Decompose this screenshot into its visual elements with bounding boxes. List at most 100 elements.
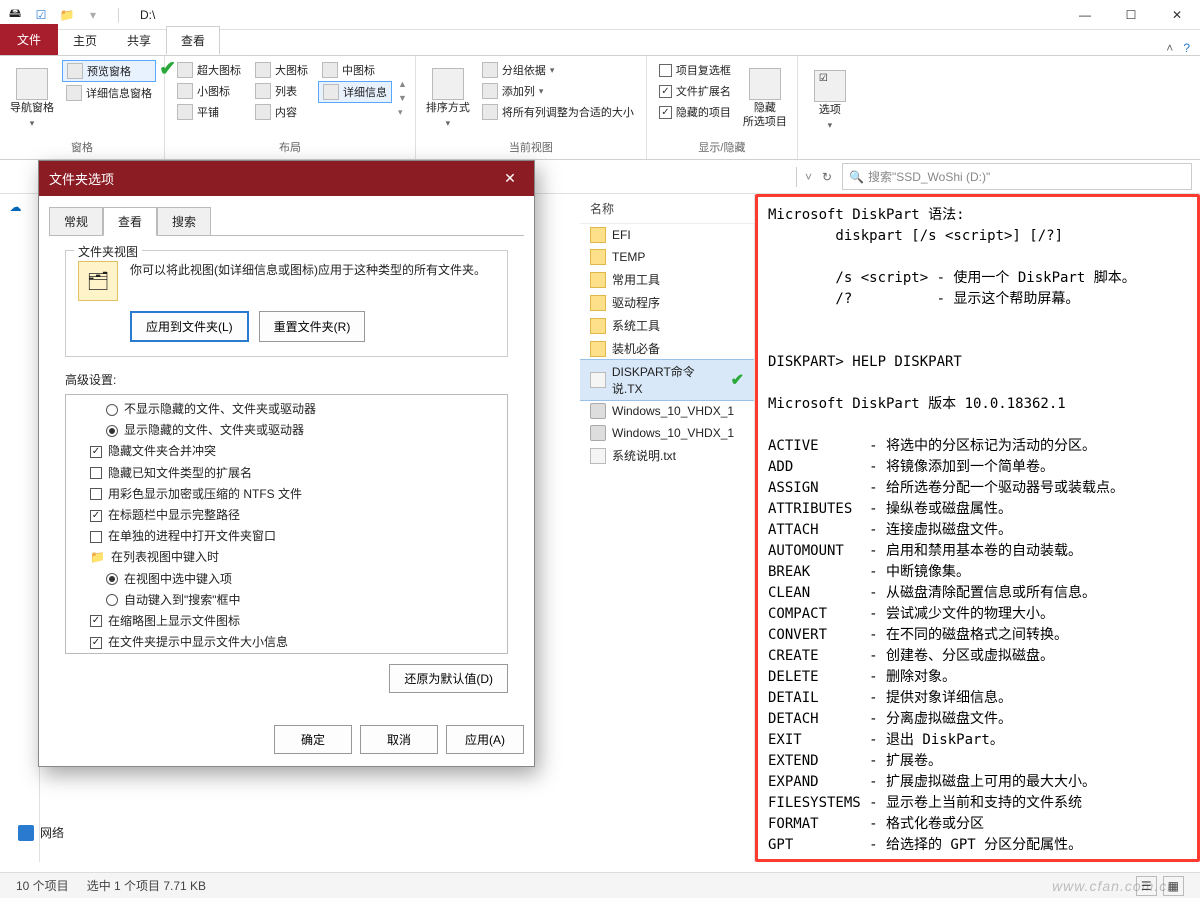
tree-node[interactable]: 用彩色显示加密或压缩的 NTFS 文件: [72, 484, 501, 505]
nav-tree[interactable]: ☁: [0, 194, 40, 862]
maximize-button[interactable]: ☐: [1108, 0, 1154, 30]
tree-label: 在缩略图上显示文件图标: [108, 612, 240, 631]
nav-network[interactable]: 网络: [18, 824, 64, 841]
watermark: www.cfan.com.cn: [1052, 878, 1176, 894]
tree-node[interactable]: 隐藏已知文件类型的扩展名: [72, 463, 501, 484]
tree-node[interactable]: 在缩略图上显示文件图标: [72, 611, 501, 632]
file-item[interactable]: 驱动程序: [580, 291, 754, 314]
tree-node[interactable]: 在预览窗格中显示预览控件✔: [72, 653, 501, 654]
file-name: 装机必备: [612, 340, 660, 357]
dialog-tab-general[interactable]: 常规: [49, 207, 103, 236]
help-icon[interactable]: ?: [1183, 41, 1190, 55]
tree-label: 显示隐藏的文件、文件夹或驱动器: [124, 421, 304, 440]
layout-details-button[interactable]: 详细信息: [318, 81, 392, 103]
chevron-down-icon: ▾: [30, 118, 35, 129]
apply-button[interactable]: 应用(A): [446, 725, 524, 754]
hidden-items-toggle[interactable]: 隐藏的项目: [655, 102, 735, 122]
file-ext-toggle[interactable]: 文件扩展名: [655, 81, 735, 101]
search-icon: 🔍: [849, 170, 864, 184]
nav-pane-button[interactable]: 导航窗格 ▾: [8, 60, 56, 137]
preview-pane-label: 预览窗格: [87, 63, 131, 79]
file-item[interactable]: 系统说明.txt: [580, 444, 754, 467]
refresh-button[interactable]: ↻: [816, 170, 838, 184]
folder-views-desc: 你可以将此视图(如详细信息或图标)应用于这种类型的所有文件夹。: [130, 261, 495, 279]
layout-content-button[interactable]: 内容: [251, 102, 312, 122]
dialog-titlebar[interactable]: 文件夹选项 ✕: [39, 161, 534, 196]
dialog-tab-view[interactable]: 查看: [103, 207, 157, 236]
ribbon-group-current-view: 排序方式 ▾ 分组依据▾ 添加列▾ 将所有列调整为合适的大小 当前视图: [416, 56, 647, 159]
minimize-button[interactable]: —: [1062, 0, 1108, 30]
status-bar: 10 个项目 选中 1 个项目 7.71 KB ☰ ▦: [0, 872, 1200, 898]
hide-selected-button[interactable]: 隐藏 所选项目: [741, 60, 789, 137]
tree-node[interactable]: 在标题栏中显示完整路径: [72, 505, 501, 526]
layout-list-button[interactable]: 列表: [251, 81, 312, 101]
chevron-down-icon: ▾: [446, 118, 451, 129]
apply-to-folders-button[interactable]: 应用到文件夹(L): [130, 311, 249, 342]
onedrive-icon[interactable]: ☁: [10, 200, 30, 220]
tree-node[interactable]: 不显示隐藏的文件、文件夹或驱动器: [72, 399, 501, 420]
tree-node[interactable]: 在文件夹提示中显示文件大小信息: [72, 632, 501, 653]
ribbon-collapse-icon[interactable]: ˄: [1166, 41, 1173, 55]
restore-defaults-button[interactable]: 还原为默认值(D): [389, 664, 508, 693]
tab-share[interactable]: 共享: [112, 26, 166, 55]
file-name: EFI: [612, 228, 631, 242]
dialog-tab-search[interactable]: 搜索: [157, 207, 211, 236]
tree-label: 自动键入到"搜索"框中: [124, 591, 241, 610]
radio-icon: [106, 573, 118, 585]
ribbon-group-layout: 超大图标 小图标 平铺 大图标 列表 内容 中图标 详细信息 . ▲ ▼ ▾ 布…: [165, 56, 416, 159]
folder-icon: [590, 318, 606, 334]
file-item[interactable]: DISKPART命令说.TX✔: [580, 360, 754, 400]
tree-node[interactable]: 显示隐藏的文件、文件夹或驱动器: [72, 420, 501, 441]
reset-folders-button[interactable]: 重置文件夹(R): [259, 311, 366, 342]
dropdown-icon[interactable]: ˅: [805, 170, 812, 184]
file-item[interactable]: Windows_10_VHDX_1: [580, 400, 754, 422]
cancel-button[interactable]: 取消: [360, 725, 438, 754]
fitcols-button[interactable]: 将所有列调整为合适的大小: [478, 102, 638, 122]
groupby-button[interactable]: 分组依据▾: [478, 60, 638, 80]
file-item[interactable]: EFI: [580, 224, 754, 246]
tree-node[interactable]: 自动键入到"搜索"框中: [72, 590, 501, 611]
tab-home[interactable]: 主页: [58, 26, 112, 55]
options-button[interactable]: ☑ 选项 ▾: [806, 60, 854, 141]
advanced-tree[interactable]: 不显示隐藏的文件、文件夹或驱动器显示隐藏的文件、文件夹或驱动器隐藏文件夹合并冲突…: [65, 394, 508, 654]
folder-icon: [590, 227, 606, 243]
advanced-settings: 高级设置: 不显示隐藏的文件、文件夹或驱动器显示隐藏的文件、文件夹或驱动器隐藏文…: [65, 371, 508, 693]
scroll-down-icon[interactable]: ▼: [398, 93, 407, 103]
layout-s-button[interactable]: 小图标: [173, 81, 245, 101]
layout-expand-icon[interactable]: ▾: [398, 107, 407, 118]
preview-pane-button[interactable]: 预览窗格: [62, 60, 156, 82]
addcol-button[interactable]: 添加列▾: [478, 81, 638, 101]
tree-node[interactable]: 在单独的进程中打开文件夹窗口: [72, 526, 501, 547]
ribbon-group-showhide: 项目复选框 文件扩展名 隐藏的项目 隐藏 所选项目 显示/隐藏: [647, 56, 798, 159]
layout-tiles-button[interactable]: 平铺: [173, 102, 245, 122]
file-item[interactable]: Windows_10_VHDX_1: [580, 422, 754, 444]
dialog-close-button[interactable]: ✕: [496, 170, 524, 187]
column-header-name[interactable]: 名称: [580, 194, 754, 224]
file-item[interactable]: TEMP: [580, 246, 754, 268]
checkbox-icon[interactable]: ☑: [32, 6, 50, 24]
layout-l-button[interactable]: 大图标: [251, 60, 312, 80]
checkmark-icon: ✔: [731, 370, 744, 390]
search-input[interactable]: 🔍搜索"SSD_WoShi (D:)": [842, 163, 1192, 190]
file-name: TEMP: [612, 250, 645, 264]
details-pane-button[interactable]: 详细信息窗格: [62, 83, 156, 103]
tree-node[interactable]: 在视图中选中键入项: [72, 569, 501, 590]
item-checkboxes-toggle[interactable]: 项目复选框: [655, 60, 735, 80]
tab-file[interactable]: 文件: [0, 24, 58, 55]
ok-button[interactable]: 确定: [274, 725, 352, 754]
checkbox-icon: [90, 488, 102, 500]
file-item[interactable]: 常用工具: [580, 268, 754, 291]
tree-label: 在列表视图中键入时: [111, 548, 219, 567]
file-item[interactable]: 系统工具: [580, 314, 754, 337]
file-item[interactable]: 装机必备: [580, 337, 754, 360]
tree-node[interactable]: 隐藏文件夹合并冲突: [72, 441, 501, 462]
scroll-up-icon[interactable]: ▲: [398, 79, 407, 89]
tab-view[interactable]: 查看: [166, 26, 220, 55]
sort-button[interactable]: 排序方式 ▾: [424, 60, 472, 137]
close-button[interactable]: ✕: [1154, 0, 1200, 30]
layout-m-button[interactable]: 中图标: [318, 60, 392, 80]
tree-label: 在单独的进程中打开文件夹窗口: [108, 527, 276, 546]
checkbox-icon: [90, 615, 102, 627]
folder-icon: [590, 341, 606, 357]
layout-xl-button[interactable]: 超大图标: [173, 60, 245, 80]
